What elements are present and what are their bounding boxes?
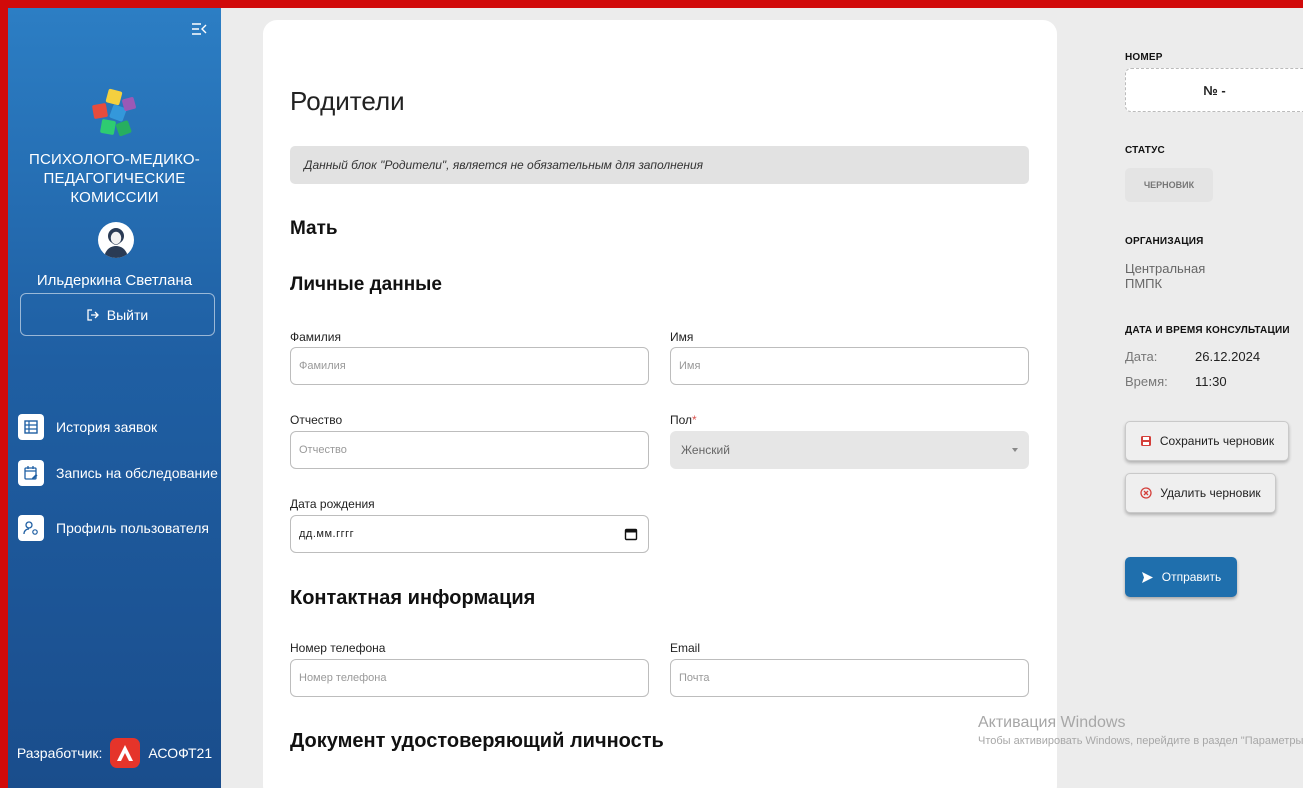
windows-activation-title: Активация Windows — [978, 714, 1126, 731]
contact-info-heading: Контактная информация — [290, 587, 536, 609]
mother-heading: Мать — [290, 218, 338, 239]
parents-form-card: Родители Данный блок "Родители", являетс… — [263, 20, 1057, 788]
identity-document-heading: Документ удостоверяющий личность — [290, 730, 664, 752]
first-name-label: Имя — [670, 330, 694, 344]
send-icon — [1141, 571, 1153, 583]
delete-draft-button[interactable]: Удалить черновик — [1125, 473, 1276, 513]
status-badge: ЧЕРНОВИК — [1125, 168, 1213, 202]
time-value: 11:30 — [1195, 374, 1227, 389]
email-input[interactable]: Почта — [670, 659, 1029, 697]
consultation-title: ДАТА И ВРЕМЯ КОНСУЛЬТАЦИИ — [1125, 325, 1290, 336]
phone-label: Номер телефона — [290, 641, 386, 655]
logout-icon — [87, 308, 99, 321]
phone-input[interactable]: Номер телефона — [290, 659, 649, 697]
birth-date-input[interactable]: дд.мм.гггг — [290, 515, 649, 553]
last-name-label: Фамилия — [290, 330, 341, 344]
birth-date-placeholder: дд.мм.гггг — [299, 528, 355, 540]
gender-value: Женский — [681, 443, 730, 457]
last-name-input[interactable]: Фамилия — [290, 347, 649, 385]
nav-item-appointment[interactable]: Запись на обследование — [18, 458, 218, 488]
save-icon — [1140, 436, 1151, 446]
org-name-line2: ПЕДАГОГИЧЕСКИЕ КОМИССИИ — [43, 170, 186, 206]
sidebar: ПСИХОЛОГО-МЕДИКО- ПЕДАГОГИЧЕСКИЕ КОМИССИ… — [8, 8, 221, 788]
user-name: Ильдеркина Светлана — [36, 272, 193, 289]
logout-button[interactable]: Выйти — [20, 293, 215, 336]
windows-activation-subtitle: Чтобы активировать Windows, перейдите в … — [978, 735, 1303, 747]
nav-item-profile[interactable]: Профиль пользователя — [18, 513, 218, 543]
date-value: 26.12.2024 — [1195, 349, 1261, 364]
send-label: Отправить — [1161, 570, 1222, 584]
org-name: ПСИХОЛОГО-МЕДИКО- ПЕДАГОГИЧЕСКИЕ КОМИССИ… — [8, 150, 221, 207]
nav-item-history[interactable]: История заявок — [18, 412, 218, 442]
optional-notice: Данный блок "Родители", является не обяз… — [290, 146, 1029, 184]
patronymic-label: Отчество — [290, 413, 343, 427]
developer-logo-icon — [110, 738, 141, 768]
send-button[interactable]: Отправить — [1125, 557, 1237, 597]
required-mark: * — [692, 413, 697, 427]
developer-label: Разработчик: — [16, 745, 103, 761]
page-title: Родители — [290, 86, 405, 116]
gender-label: Пол* — [670, 413, 697, 427]
window-frame-top — [0, 0, 1303, 8]
calendar-edit-icon — [18, 460, 44, 486]
save-draft-button[interactable]: Сохранить черновик — [1125, 421, 1289, 461]
table-icon — [18, 414, 44, 440]
developer-name: АСОФТ21 — [148, 745, 213, 761]
developer-credit: Разработчик: АСОФТ21 — [8, 738, 221, 768]
first-name-input[interactable]: Имя — [670, 347, 1029, 385]
logout-label: Выйти — [106, 306, 149, 323]
status-title: СТАТУС — [1125, 145, 1165, 156]
gender-select[interactable]: Женский — [670, 431, 1029, 469]
birth-date-label: Дата рождения — [290, 497, 375, 511]
puzzle-logo-icon — [89, 88, 141, 140]
nav-item-label: Запись на обследование — [56, 465, 218, 481]
nav-item-label: Профиль пользователя — [56, 520, 209, 536]
gender-label-text: Пол — [670, 413, 693, 427]
window-frame-left — [0, 0, 8, 788]
organization-title: ОРГАНИЗАЦИЯ — [1125, 236, 1204, 247]
nav-item-label: История заявок — [56, 419, 158, 435]
patronymic-input[interactable]: Отчество — [290, 431, 649, 469]
save-draft-label: Сохранить черновик — [1159, 434, 1275, 448]
number-title: НОМЕР — [1125, 52, 1163, 63]
delete-draft-label: Удалить черновик — [1160, 486, 1261, 500]
avatar — [98, 222, 134, 258]
delete-icon — [1140, 487, 1152, 499]
chevron-down-icon — [1012, 448, 1018, 452]
email-label: Email — [670, 641, 701, 655]
calendar-icon[interactable] — [624, 527, 638, 541]
user-settings-icon — [18, 515, 44, 541]
collapse-sidebar-icon[interactable] — [191, 22, 207, 36]
org-name-line1: ПСИХОЛОГО-МЕДИКО- — [29, 151, 200, 168]
personal-data-heading: Личные данные — [290, 274, 442, 295]
application-number: № - — [1125, 68, 1303, 112]
organization-value: Центральная ПМПК — [1125, 261, 1206, 291]
date-label: Дата: — [1125, 349, 1158, 364]
time-label: Время: — [1125, 374, 1168, 389]
